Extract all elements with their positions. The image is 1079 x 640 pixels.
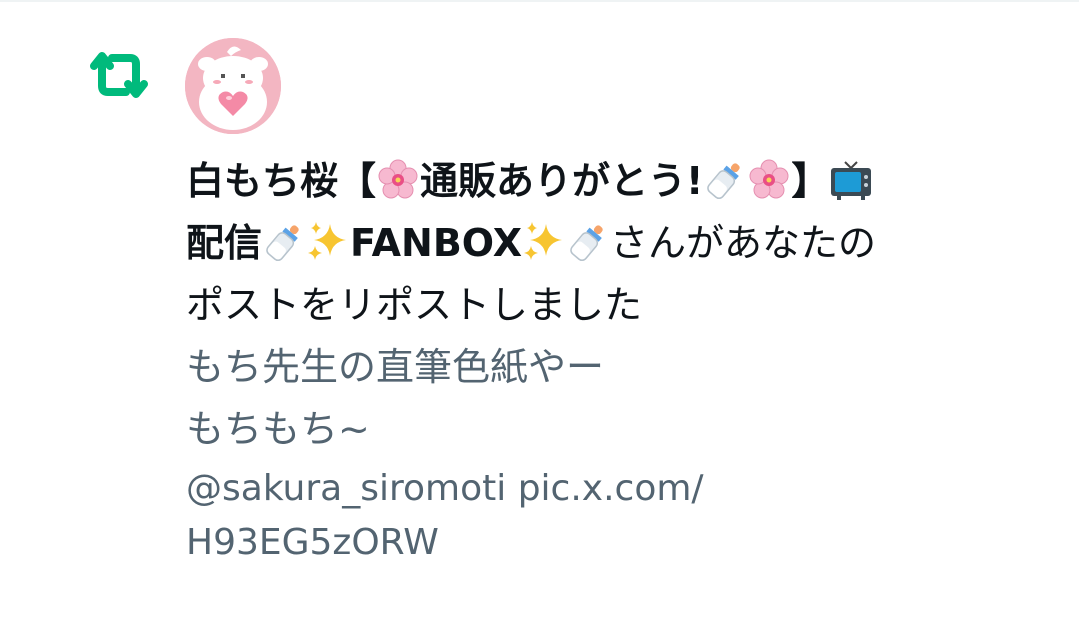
name-part: 】 (791, 159, 830, 203)
media-link-continued[interactable]: H93EG5zORW (186, 516, 1046, 570)
action-text: さんがあなたの (610, 221, 877, 265)
baby-bottle-icon (570, 225, 603, 262)
retweet-icon (90, 52, 148, 98)
cherry-blossom-icon (749, 159, 789, 199)
quoted-post-text[interactable]: もち先生の直筆色紙やー もちもち~ (186, 336, 1046, 460)
top-divider (0, 0, 1079, 2)
name-part: 配信 (186, 221, 263, 265)
television-icon (831, 161, 872, 200)
baby-bottle-icon (266, 225, 299, 262)
quoted-text-line: もち先生の直筆色紙やー (186, 345, 605, 389)
sparkles-icon (308, 222, 347, 260)
action-text: ポストをリポストしました (186, 283, 643, 327)
user-avatar[interactable] (185, 38, 281, 134)
notification-content: 白もち桜【 通販ありがとう! 】 配信 FANBOX さんがあなたの ポストをリ… (186, 150, 1046, 570)
name-part: 通販ありがとう! (420, 159, 704, 203)
mention-link[interactable]: @sakura_siromoti (186, 468, 506, 509)
name-part: 白もち桜【 (186, 159, 377, 203)
retweet-notification-text[interactable]: 白もち桜【 通販ありがとう! 】 配信 FANBOX さんがあなたの ポストをリ… (186, 150, 1046, 336)
cherry-blossom-icon (378, 159, 418, 199)
quoted-post-links: @sakura_siromoti pic.x.com/ H93EG5zORW (186, 462, 1046, 570)
media-link[interactable]: pic.x.com/ (518, 468, 704, 509)
sparkles-icon (524, 222, 563, 260)
avatar-illustration (185, 38, 281, 134)
baby-bottle-icon (707, 163, 741, 200)
quoted-text-line: もちもち~ (186, 407, 370, 451)
name-part: FANBOX (350, 221, 523, 265)
